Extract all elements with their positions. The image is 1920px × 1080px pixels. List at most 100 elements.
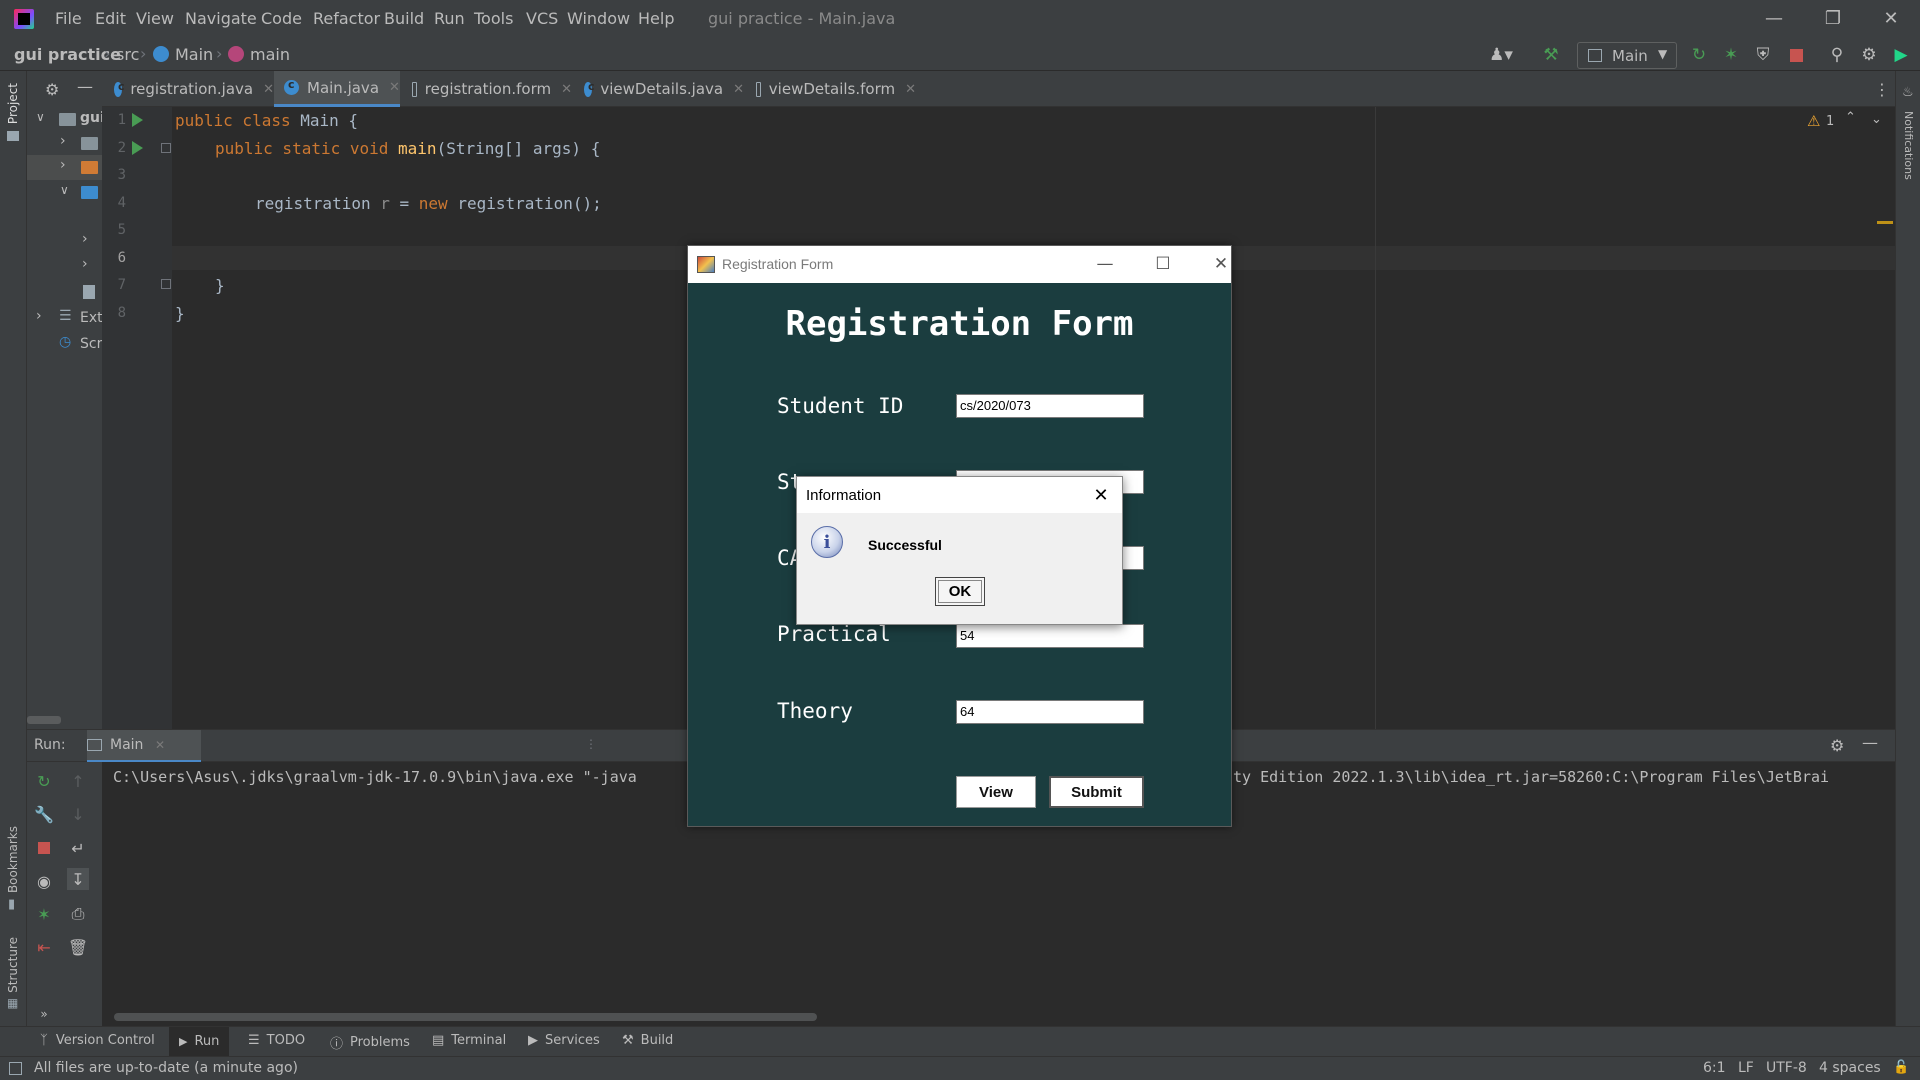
tab-registration-java[interactable]: registration.java ✕ [114, 71, 274, 107]
menu-help[interactable]: Help [638, 9, 674, 28]
chevron-down-icon[interactable]: ⌄ [1871, 112, 1882, 127]
menu-tools[interactable]: Tools [474, 9, 513, 28]
status-message[interactable]: All files are up-to-date (a minute ago) [34, 1060, 298, 1076]
tab-main-java[interactable]: Main.java ✕ [274, 71, 400, 107]
soft-wrap-icon[interactable]: ↵ [67, 837, 89, 859]
user-icon[interactable]: ♟▾ [1489, 44, 1513, 66]
build-hammer-icon[interactable]: ⚒ [1540, 44, 1562, 66]
breadcrumb-src[interactable]: src [116, 45, 139, 64]
code-line-7[interactable]: } [215, 276, 225, 295]
tree-row-scratches[interactable]: ◷ Scr [27, 332, 102, 357]
stop-icon[interactable] [33, 837, 55, 859]
tool-tab-build[interactable]: ⚒ Build [622, 1033, 673, 1048]
tree-row-folder[interactable]: › [27, 131, 102, 156]
breadcrumb-method[interactable]: main [250, 45, 290, 64]
restore-icon[interactable]: ❐ [1808, 4, 1858, 32]
run-configuration-select[interactable]: Main ▼ [1577, 42, 1677, 69]
drag-handle-icon[interactable]: ⋮ [585, 737, 597, 751]
tree-row-subfolder-1[interactable]: › [27, 229, 102, 254]
tool-tab-run[interactable]: ▶ Run [169, 1027, 230, 1056]
code-with-me-icon[interactable]: ▶ [1890, 44, 1912, 66]
dialog-titlebar[interactable]: Information ✕ [797, 477, 1122, 513]
tree-row-root[interactable]: ∨ gui [27, 107, 105, 132]
project-scrollbar[interactable] [27, 716, 61, 724]
file-encoding[interactable]: UTF-8 [1766, 1060, 1807, 1076]
practical-input[interactable]: 54 [956, 624, 1144, 648]
tree-row-subfolder-2[interactable]: › [27, 254, 102, 279]
exit-icon[interactable]: ⇤ [33, 936, 55, 958]
fold-icon[interactable] [161, 279, 171, 289]
menu-view[interactable]: View [136, 9, 174, 28]
code-line-8[interactable]: } [175, 304, 185, 323]
wrench-icon[interactable]: 🔧 [33, 803, 55, 825]
code-line-4[interactable]: registration r = new registration(); [255, 194, 602, 213]
run-gutter-icon[interactable] [132, 141, 143, 155]
tab-viewdetails-form[interactable]: viewDetails.form ✕ [756, 71, 916, 107]
bookmarks-tool-tab[interactable]: Bookmarks [6, 826, 20, 893]
tool-tab-terminal[interactable]: ▤ Terminal [432, 1033, 506, 1048]
notifications-tool-tab[interactable]: Notifications [1902, 111, 1915, 180]
warning-stripe-marker[interactable] [1877, 221, 1893, 224]
ok-button[interactable]: OK [935, 577, 985, 606]
minimize-icon[interactable]: — [1085, 250, 1125, 278]
tree-row-folder-out[interactable]: › [27, 155, 102, 180]
scroll-to-end-icon[interactable]: ↧ [67, 868, 89, 890]
indent-setting[interactable]: 4 spaces [1819, 1060, 1881, 1076]
close-tab-icon[interactable]: ✕ [561, 82, 572, 97]
structure-tool-tab[interactable]: Structure [6, 937, 20, 993]
arrow-down-icon[interactable]: ↓ [67, 803, 89, 825]
print-icon[interactable]: ⎙ [67, 903, 89, 925]
run-gutter-icon[interactable] [132, 113, 143, 127]
run-tab-main[interactable]: Main ✕ [87, 730, 201, 763]
debug-icon[interactable]: ✶ [1720, 44, 1742, 66]
close-tab-icon[interactable]: ✕ [905, 82, 916, 97]
close-icon[interactable]: ✕ [1201, 250, 1241, 278]
camera-icon[interactable]: ◉ [33, 870, 55, 892]
menu-refactor[interactable]: Refactor [313, 9, 380, 28]
more-options-icon[interactable]: ⋮ [1874, 80, 1890, 99]
menu-build[interactable]: Build [384, 9, 424, 28]
close-icon[interactable]: ✕ [1866, 4, 1916, 32]
menu-file[interactable]: File [55, 9, 82, 28]
tab-viewdetails-java[interactable]: viewDetails.java ✕ [584, 71, 744, 107]
hide-panel-icon[interactable]: — [1862, 733, 1878, 752]
menu-run[interactable]: Run [434, 9, 465, 28]
menu-navigate[interactable]: Navigate [185, 9, 257, 28]
warning-count[interactable]: 1 [1826, 114, 1834, 129]
tool-tab-problems[interactable]: ⓘ Problems [330, 1033, 410, 1052]
stop-icon[interactable] [1785, 44, 1807, 66]
tree-row-file[interactable] [27, 279, 102, 304]
coverage-icon[interactable]: ⛨ [1752, 44, 1774, 66]
tool-tab-services[interactable]: ▶ Services [528, 1033, 600, 1048]
rerun-icon[interactable]: ↻ [33, 770, 55, 792]
fold-icon[interactable] [161, 143, 171, 153]
menu-vcs[interactable]: VCS [526, 9, 558, 28]
trash-icon[interactable]: 🗑 [67, 936, 89, 958]
console-scrollbar[interactable] [114, 1013, 817, 1021]
close-tab-icon[interactable]: ✕ [389, 80, 400, 95]
menu-code[interactable]: Code [261, 9, 302, 28]
student-id-input[interactable]: cs/2020/073 [956, 394, 1144, 418]
rerun-icon[interactable]: ↻ [1688, 44, 1710, 66]
breadcrumb-class[interactable]: Main [175, 45, 213, 64]
project-tool-tab[interactable]: Project [6, 83, 20, 124]
code-line-2[interactable]: public static void main(String[] args) { [215, 139, 600, 158]
close-tab-icon[interactable]: ✕ [263, 82, 274, 97]
line-separator[interactable]: LF [1738, 1060, 1754, 1076]
menu-edit[interactable]: Edit [95, 9, 126, 28]
close-tab-icon[interactable]: ✕ [733, 82, 744, 97]
more-icon[interactable]: » [33, 1003, 55, 1025]
tree-row-src[interactable]: ∨ [27, 180, 102, 205]
debug-icon[interactable]: ✶ [33, 903, 55, 925]
hide-panel-icon[interactable]: — [77, 77, 93, 96]
registration-titlebar[interactable]: Registration Form — ☐ ✕ [688, 246, 1231, 283]
menu-window[interactable]: Window [567, 9, 630, 28]
bell-icon[interactable]: ♨ [1902, 85, 1914, 100]
close-icon[interactable]: ✕ [1089, 483, 1113, 507]
chevron-up-icon[interactable]: ⌃ [1845, 110, 1856, 125]
tool-tab-todo[interactable]: ☰ TODO [248, 1033, 305, 1048]
arrow-up-icon[interactable]: ↑ [67, 770, 89, 792]
gear-icon[interactable]: ⚙ [45, 80, 59, 99]
caret-position[interactable]: 6:1 [1703, 1060, 1726, 1076]
lock-icon[interactable]: 🔓 [1893, 1060, 1909, 1075]
